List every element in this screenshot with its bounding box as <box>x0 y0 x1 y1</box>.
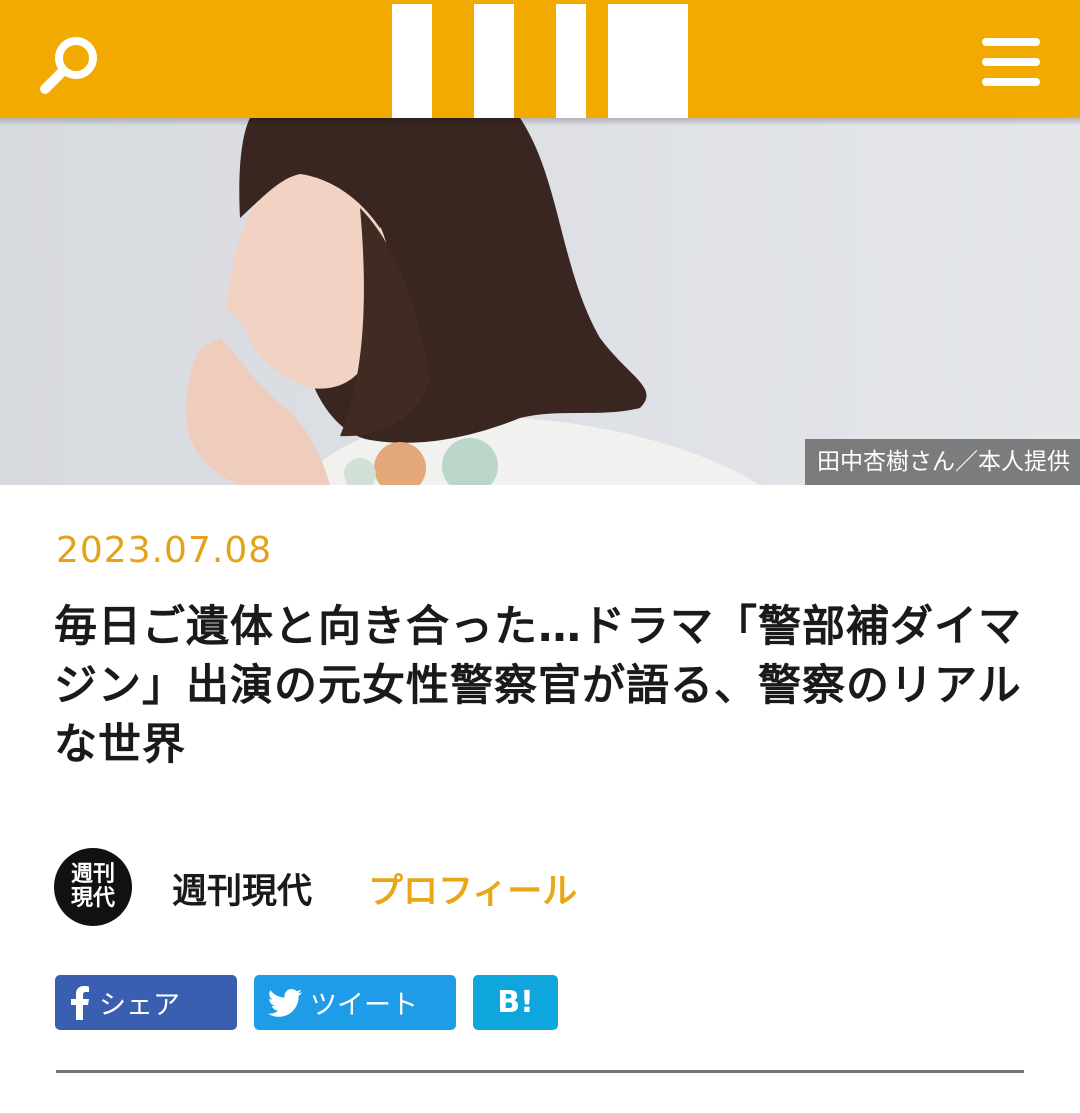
author-name[interactable]: 週刊現代 <box>172 863 312 914</box>
hatena-bookmark-icon: B! <box>497 985 534 1020</box>
hero-photo <box>0 118 1080 485</box>
search-icon <box>40 37 97 94</box>
facebook-icon <box>71 985 89 1020</box>
facebook-share-label: シェア <box>99 990 180 1021</box>
photo-caption: 田中杏樹さん／本人提供 <box>805 439 1080 485</box>
facebook-share-button[interactable]: シェア <box>55 975 237 1030</box>
author-logo-line1: 週刊 <box>70 862 115 887</box>
twitter-bird-icon <box>268 988 302 1017</box>
hamburger-menu-icon-bar <box>982 78 1040 86</box>
article-title: 毎日ご遺体と向き合った…ドラマ「警部補ダイマジン」出演の元女性警察官が語る、警察… <box>54 602 1022 770</box>
menu-button[interactable] <box>982 38 1040 86</box>
article-date: 2023.07.08 <box>56 530 273 571</box>
twitter-share-label: ツイート <box>310 990 418 1021</box>
site-header <box>0 0 1080 118</box>
search-button[interactable] <box>38 34 102 96</box>
logo-stripe <box>392 4 432 118</box>
logo-stripe <box>608 4 640 118</box>
logo-stripe <box>474 4 514 118</box>
author-logo[interactable]: 週刊 現代 <box>54 848 132 926</box>
header-shadow <box>0 118 1080 126</box>
logo-stripe <box>556 4 586 118</box>
hatena-bookmark-button[interactable]: B! <box>473 975 558 1030</box>
hero-image: 田中杏樹さん／本人提供 <box>0 118 1080 485</box>
logo-stripe <box>640 4 688 118</box>
section-divider <box>56 1070 1024 1073</box>
profile-link[interactable]: プロフィール <box>368 863 577 914</box>
hamburger-menu-icon-bar <box>982 58 1040 66</box>
logo-stripes[interactable] <box>0 0 1080 118</box>
author-logo-line2: 現代 <box>70 886 115 911</box>
twitter-share-button[interactable]: ツイート <box>254 975 456 1030</box>
hamburger-menu-icon <box>982 38 1040 46</box>
